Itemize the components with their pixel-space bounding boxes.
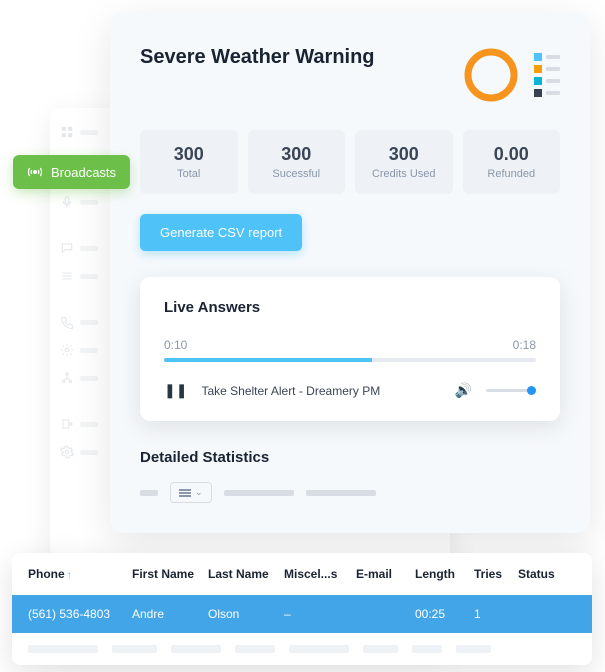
sidebar-item[interactable] xyxy=(60,269,110,283)
sidebar-item[interactable] xyxy=(60,125,110,139)
table-row[interactable]: (561) 536-4803 Andre Olson – 00:25 1 xyxy=(12,595,592,633)
settings-icon xyxy=(60,343,74,357)
tree-icon xyxy=(60,371,74,385)
volume-slider[interactable] xyxy=(486,389,536,392)
chevron-down-icon: ⌄ xyxy=(195,487,203,498)
sidebar-item[interactable] xyxy=(60,417,110,431)
filter-row: ⌄ xyxy=(140,482,560,503)
export-icon xyxy=(60,417,74,431)
stats-row: 300Total 300Sucessful 300Credits Used 0.… xyxy=(140,130,560,194)
sidebar-item[interactable] xyxy=(60,315,110,329)
sidebar-item[interactable] xyxy=(60,195,110,209)
cell-length: 00:25 xyxy=(415,607,470,621)
cell-email xyxy=(356,607,411,621)
ghost-row xyxy=(12,633,592,665)
live-answers-title: Live Answers xyxy=(164,299,536,316)
col-first-name[interactable]: First Name xyxy=(132,567,204,581)
main-card: Severe Weather Warning 300Total 300Suces… xyxy=(110,12,590,533)
cell-tries: 1 xyxy=(474,607,514,621)
live-answers-card: Live Answers 0:10 0:18 ❚❚ Take Shelter A… xyxy=(140,277,560,421)
col-tries[interactable]: Tries xyxy=(474,567,514,581)
col-last-name[interactable]: Last Name xyxy=(208,567,280,581)
gear-icon xyxy=(60,445,74,459)
generate-csv-button[interactable]: Generate CSV report xyxy=(140,214,302,251)
sidebar-item[interactable] xyxy=(60,371,110,385)
volume-icon[interactable]: 🔊 xyxy=(455,382,472,399)
cell-phone: (561) 536-4803 xyxy=(28,607,128,621)
col-misc[interactable]: Miscel...s xyxy=(284,567,352,581)
chart-legend xyxy=(534,53,560,97)
cell-first-name: Andre xyxy=(132,607,204,621)
stat-successful: 300Sucessful xyxy=(248,130,346,194)
phone-icon xyxy=(60,315,74,329)
pause-icon[interactable]: ❚❚ xyxy=(164,382,187,399)
view-dropdown[interactable]: ⌄ xyxy=(170,482,212,503)
cell-last-name: Olson xyxy=(208,607,280,621)
broadcast-icon xyxy=(27,164,43,180)
stats-table: Phone↑ First Name Last Name Miscel...s E… xyxy=(12,553,592,665)
filter-placeholder xyxy=(224,490,294,496)
sidebar-item[interactable] xyxy=(60,343,110,357)
sidebar-item[interactable] xyxy=(60,241,110,255)
sort-arrow-icon: ↑ xyxy=(67,570,72,581)
cell-status xyxy=(518,607,566,621)
broadcasts-tag[interactable]: Broadcasts xyxy=(13,155,130,189)
playback-end-time: 0:18 xyxy=(513,338,536,352)
playback-start-time: 0:10 xyxy=(164,338,187,352)
table-header: Phone↑ First Name Last Name Miscel...s E… xyxy=(12,553,592,595)
mic-icon xyxy=(60,195,74,209)
col-email[interactable]: E-mail xyxy=(356,567,411,581)
detailed-stats-title: Detailed Statistics xyxy=(140,449,560,466)
col-status[interactable]: Status xyxy=(518,567,566,581)
track-name: Take Shelter Alert - Dreamery PM xyxy=(201,384,440,398)
col-phone[interactable]: Phone↑ xyxy=(28,567,128,581)
sidebar-item[interactable] xyxy=(60,445,110,459)
donut-chart xyxy=(462,46,520,104)
list-icon xyxy=(60,269,74,283)
page-title: Severe Weather Warning xyxy=(140,46,375,69)
dashboard-icon xyxy=(60,125,74,139)
filter-placeholder xyxy=(140,490,158,496)
filter-placeholder xyxy=(306,490,376,496)
stat-refunded: 0.00Refunded xyxy=(463,130,561,194)
stat-total: 300Total xyxy=(140,130,238,194)
cell-misc: – xyxy=(284,607,352,621)
playback-progress[interactable] xyxy=(164,358,536,362)
broadcasts-label: Broadcasts xyxy=(51,165,116,180)
stat-credits: 300Credits Used xyxy=(355,130,453,194)
col-length[interactable]: Length xyxy=(415,567,470,581)
message-icon xyxy=(60,241,74,255)
